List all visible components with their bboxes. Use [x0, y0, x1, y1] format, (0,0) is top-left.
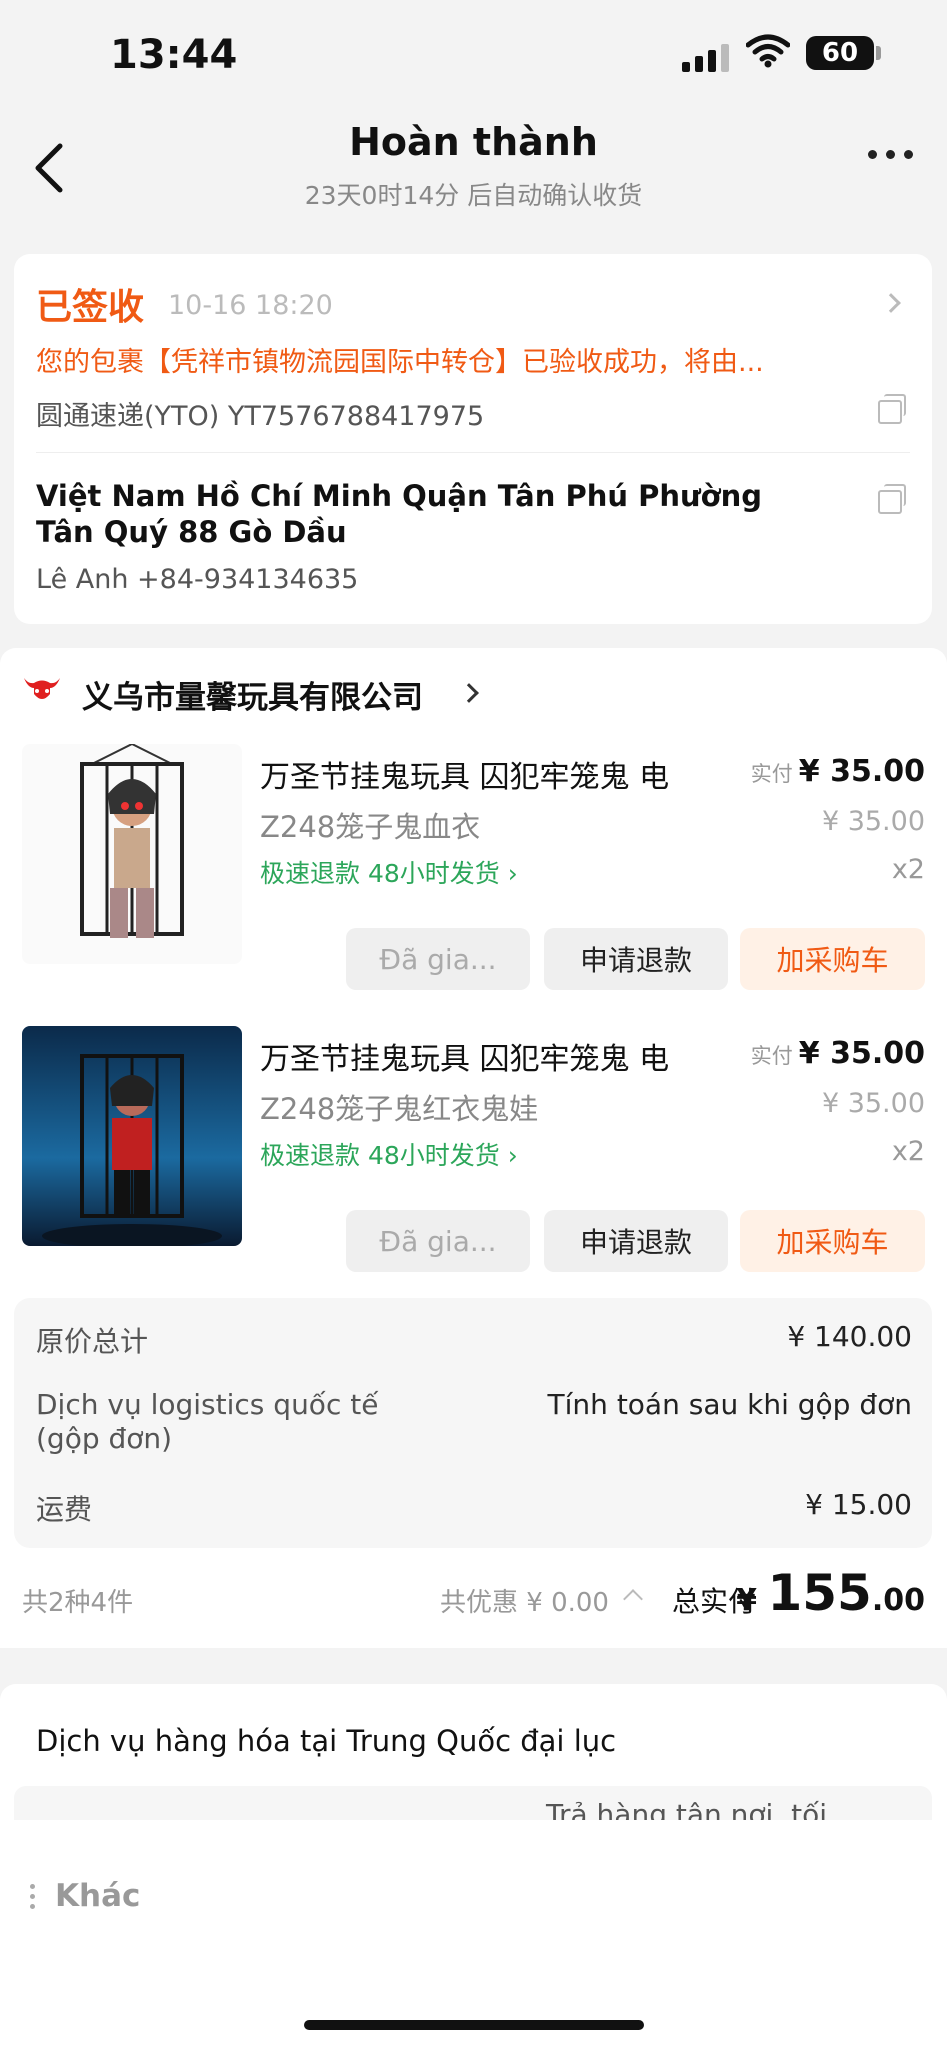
- original-total-value: ¥ 140.00: [787, 1320, 912, 1353]
- original-price: ¥ 35.00: [821, 1088, 925, 1119]
- shipping-address: Việt Nam Hồ Chí Minh Quận Tân Phú Phường…: [36, 479, 762, 549]
- cellular-signal-icon: [682, 38, 729, 72]
- shipping-value: ¥ 15.00: [805, 1488, 912, 1521]
- price-summary: 原价总计 ¥ 140.00 Dịch vụ logistics quốc tế …: [14, 1298, 932, 1548]
- delivery-time: 10-16 18:20: [168, 290, 333, 321]
- total-paid-value: ¥ 155.00: [736, 1564, 925, 1622]
- battery-tip: [876, 46, 881, 60]
- shop-name[interactable]: 义乌市量馨玩具有限公司: [82, 672, 423, 717]
- original-price: ¥ 35.00: [821, 806, 925, 837]
- product-title[interactable]: 万圣节挂鬼玩具 囚犯牢笼鬼 电: [260, 752, 720, 796]
- logistics-card[interactable]: 已签收 10-16 18:20 您的包裹【凭祥市镇物流园国际中转仓】已验收成功，…: [14, 254, 932, 624]
- recipient-contact: Lê Anh +84-934134635: [36, 564, 359, 595]
- tracking-number: 圆通速递(YTO) YT7576788417975: [36, 401, 485, 432]
- order-item[interactable]: 万圣节挂鬼玩具 囚犯牢笼鬼 电 Z248笼子鬼红衣鬼娃 极速退款 48小时发货 …: [0, 1026, 947, 1296]
- service-title: Dịch vụ hàng hóa tại Trung Quốc đại lục: [36, 1724, 617, 1758]
- more-menu-icon[interactable]: [868, 150, 913, 159]
- vertical-dots-icon: [30, 1883, 35, 1909]
- refund-button[interactable]: 申请退款: [544, 1210, 728, 1272]
- chevron-up-icon[interactable]: [623, 1589, 643, 1609]
- product-sku: Z248笼子鬼红衣鬼娃: [260, 1092, 539, 1126]
- paid-price: 实付 ¥ 35.00: [750, 1036, 925, 1071]
- page-title: Hoàn thành: [349, 120, 598, 164]
- tracking-message: 您的包裹【凭祥市镇物流园国际中转仓】已验收成功，将由...: [36, 347, 764, 378]
- shop-logo-icon: [24, 678, 60, 699]
- logistics-service-label: Dịch vụ logistics quốc tế (gộp đơn): [36, 1388, 379, 1455]
- add-to-cart-button[interactable]: 加采购车: [740, 928, 925, 990]
- paid-price: 实付 ¥ 35.00: [750, 754, 925, 789]
- order-item[interactable]: 万圣节挂鬼玩具 囚犯牢笼鬼 电 Z248笼子鬼血衣 极速退款 48小时发货 › …: [0, 744, 947, 1014]
- add-to-cart-button[interactable]: 加采购车: [740, 1210, 925, 1272]
- quantity: x2: [891, 1136, 925, 1167]
- original-total-label: 原价总计: [36, 1325, 149, 1358]
- quantity: x2: [891, 854, 925, 885]
- service-tags[interactable]: 极速退款 48小时发货 ›: [260, 854, 518, 890]
- totals-row: 共2种4件 共优惠 ¥ 0.00 总实付 ¥ 155.00: [0, 1560, 947, 1630]
- battery-icon: 60: [806, 36, 874, 70]
- added-button[interactable]: Đã gia...: [346, 1210, 530, 1272]
- logistics-service-value: Tính toán sau khi gộp đơn: [547, 1388, 912, 1421]
- bottom-bar: Khác: [0, 1820, 947, 2048]
- product-image[interactable]: [22, 744, 242, 964]
- copy-address-icon[interactable]: [878, 484, 906, 514]
- item-count: 共2种4件: [22, 1588, 134, 1618]
- product-title[interactable]: 万圣节挂鬼玩具 囚犯牢笼鬼 电: [260, 1034, 720, 1078]
- discount-total[interactable]: 共优惠 ¥ 0.00: [440, 1582, 609, 1619]
- product-image[interactable]: [22, 1026, 242, 1246]
- delivery-status: 已签收: [36, 287, 145, 328]
- product-sku: Z248笼子鬼血衣: [260, 810, 481, 844]
- copy-tracking-icon[interactable]: [878, 394, 906, 424]
- refund-button[interactable]: 申请退款: [544, 928, 728, 990]
- chevron-right-icon[interactable]: [459, 683, 479, 703]
- chevron-right-icon[interactable]: [881, 293, 901, 313]
- shipping-label: 运费: [36, 1493, 93, 1526]
- wifi-icon: [746, 34, 790, 68]
- home-indicator: [304, 2020, 644, 2030]
- nav-bar: Hoàn thành 23天0时14分 后自动确认收货: [0, 110, 947, 240]
- divider: [36, 452, 910, 453]
- status-time: 13:44: [110, 32, 238, 78]
- added-button[interactable]: Đã gia...: [346, 928, 530, 990]
- other-button[interactable]: Khác: [30, 1878, 140, 1914]
- page-subtitle: 23天0时14分 后自动确认收货: [304, 181, 643, 210]
- service-tags[interactable]: 极速退款 48小时发货 ›: [260, 1136, 518, 1172]
- status-bar: 13:44 60: [0, 0, 947, 110]
